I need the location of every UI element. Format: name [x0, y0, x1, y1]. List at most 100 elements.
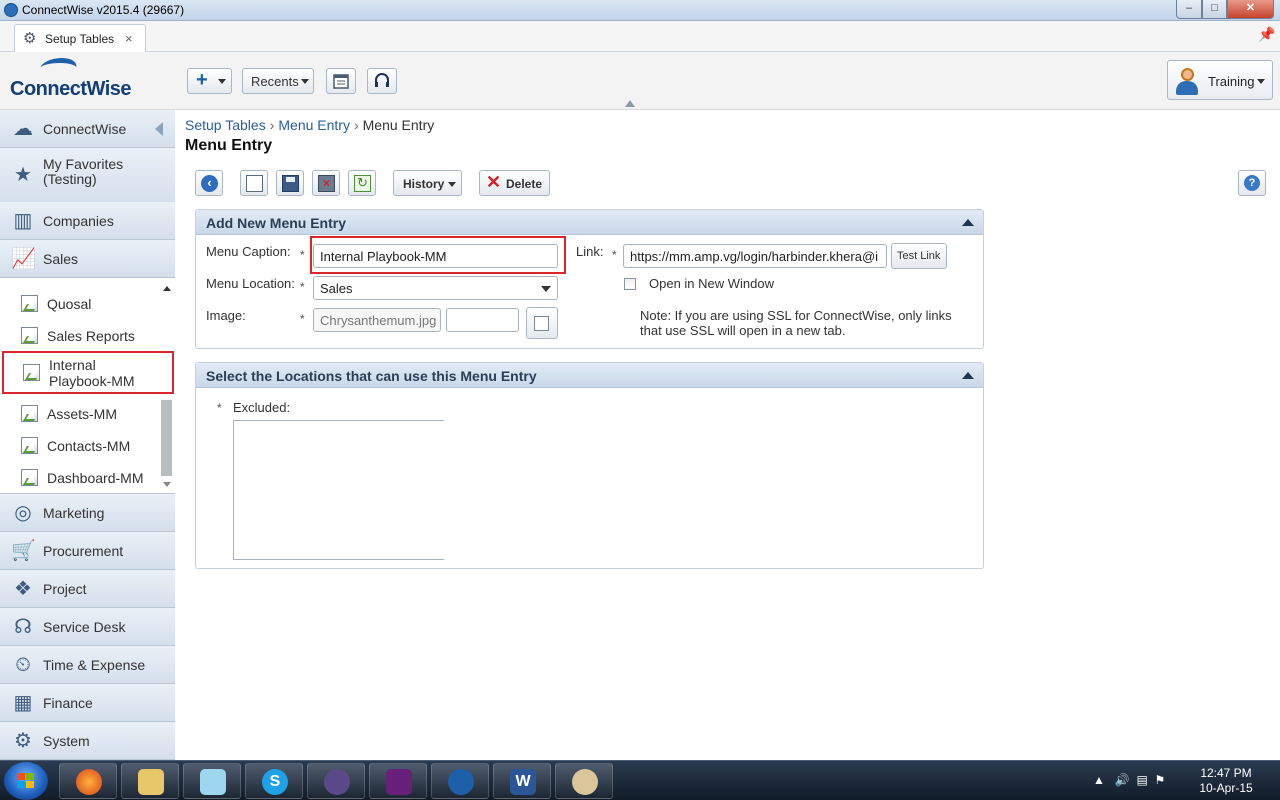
- submenu-item-contacts[interactable]: Contacts-MM: [0, 429, 160, 461]
- taskbar-firefox[interactable]: [59, 763, 117, 799]
- headset-icon: [375, 73, 389, 87]
- refresh-button[interactable]: ↻: [348, 170, 376, 196]
- open-new-window-checkbox[interactable]: [624, 278, 636, 290]
- title-bar: ConnectWise v2015.4 (29667) – □ ✕: [0, 0, 1280, 21]
- sidebar-item-procurement[interactable]: 🛒 Procurement: [0, 532, 175, 570]
- tab-close-icon[interactable]: ×: [125, 31, 133, 46]
- submenu-item-sales-reports[interactable]: Sales Reports: [0, 319, 160, 351]
- taskbar-paint[interactable]: [555, 763, 613, 799]
- help-button[interactable]: ?: [1238, 170, 1266, 196]
- submenu-item-assets[interactable]: Assets-MM: [0, 397, 160, 429]
- github-icon: [324, 769, 350, 795]
- collapse-panel-icon[interactable]: [962, 219, 974, 226]
- tab-label: Setup Tables: [45, 32, 115, 46]
- headset-icon: ☊: [14, 616, 32, 638]
- collapse-sidebar-icon[interactable]: [155, 122, 163, 136]
- taskbar-github[interactable]: [307, 763, 365, 799]
- sidebar-item-time-expense[interactable]: ⏲ Time & Expense: [0, 646, 175, 684]
- taskbar-connectwise[interactable]: [431, 763, 489, 799]
- sidebar-item-finance[interactable]: ▦ Finance: [0, 684, 175, 722]
- menu-caption-input[interactable]: Internal Playbook-MM: [313, 244, 558, 268]
- sidebar-item-label: Procurement: [43, 543, 124, 559]
- collapse-panel-icon[interactable]: [962, 372, 974, 379]
- link-input[interactable]: https://mm.amp.vg/login/harbinder.khera@…: [623, 244, 887, 268]
- excluded-locations-list[interactable]: [233, 420, 444, 560]
- sidebar-item-connectwise[interactable]: ☁ ConnectWise: [0, 110, 175, 148]
- pin-icon[interactable]: 📌: [1258, 26, 1275, 43]
- skype-icon: S: [262, 769, 288, 795]
- save-button[interactable]: [276, 170, 304, 196]
- close-window-button[interactable]: ✕: [1227, 0, 1274, 19]
- scroll-thumb[interactable]: [161, 400, 172, 476]
- maximize-button[interactable]: □: [1202, 0, 1227, 19]
- breadcrumb-link-menu-entry[interactable]: Menu Entry: [278, 117, 350, 133]
- add-menu-entry-header[interactable]: Add New Menu Entry: [196, 210, 983, 235]
- sidebar-item-service-desk[interactable]: ☊ Service Desk: [0, 608, 175, 646]
- calendar-button[interactable]: [326, 68, 356, 94]
- taskbar-file-explorer[interactable]: [121, 763, 179, 799]
- network-icon[interactable]: ▤: [1137, 773, 1148, 787]
- taskbar-visual-studio[interactable]: [369, 763, 427, 799]
- new-button[interactable]: [240, 170, 268, 196]
- user-menu-button[interactable]: Training: [1167, 60, 1273, 100]
- sidebar-item-label: Companies: [43, 213, 114, 229]
- recents-button[interactable]: Recents: [242, 68, 314, 94]
- sidebar-item-label: My Favorites (Testing): [43, 156, 124, 187]
- sidebar-item-system[interactable]: ⚙ System: [0, 722, 175, 760]
- taskbar-clock[interactable]: 12:47 PM 10-Apr-15: [1194, 766, 1258, 796]
- test-link-button[interactable]: Test Link: [891, 243, 947, 269]
- sidebar-item-project[interactable]: ❖ Project: [0, 570, 175, 608]
- save-and-close-button[interactable]: ×: [312, 170, 340, 196]
- submenu-item-label: Internal Playbook-MM: [49, 357, 135, 389]
- submenu-item-quosal[interactable]: Quosal: [0, 287, 160, 319]
- volume-icon[interactable]: 🔊: [1115, 773, 1130, 787]
- required-mark: *: [612, 248, 617, 262]
- sidebar-item-sales[interactable]: 📈 Sales: [0, 240, 175, 278]
- buildings-icon: ▥: [13, 210, 33, 232]
- sidebar-item-my-favorites[interactable]: ★ My Favorites (Testing): [0, 148, 175, 206]
- tab-setup-tables[interactable]: ⚙ Setup Tables ×: [14, 24, 146, 53]
- clock-time: 12:47 PM: [1200, 766, 1252, 780]
- add-new-button[interactable]: +: [187, 68, 232, 94]
- image-label: Image:: [206, 308, 246, 323]
- breadcrumb-current: Menu Entry: [362, 117, 435, 133]
- sidebar-item-companies[interactable]: ▥ Companies: [0, 202, 175, 240]
- sales-submenu: Quosal Sales Reports Internal Playbook-MM…: [0, 278, 175, 494]
- system-tray[interactable]: ▲ 🔊 ▤ ⚑: [1093, 773, 1165, 787]
- taskbar-notes[interactable]: [183, 763, 241, 799]
- sidebar-item-marketing[interactable]: ◎ Marketing: [0, 494, 175, 532]
- minimize-button[interactable]: –: [1176, 0, 1202, 19]
- menu-location-value: Sales: [320, 281, 353, 296]
- scroll-down-icon[interactable]: [163, 482, 171, 487]
- submenu-item-dashboard[interactable]: Dashboard-MM: [0, 461, 160, 493]
- back-arrow-icon: ‹: [201, 175, 218, 192]
- delete-button[interactable]: ✕ Delete: [479, 170, 550, 196]
- action-center-icon[interactable]: ⚑: [1155, 773, 1166, 787]
- back-button[interactable]: ‹: [195, 170, 223, 196]
- support-button[interactable]: [367, 68, 397, 94]
- breadcrumb-link-setup-tables[interactable]: Setup Tables: [185, 117, 266, 133]
- clock-icon: ⏲: [15, 654, 31, 676]
- taskbar-skype[interactable]: S: [245, 763, 303, 799]
- scroll-up-icon[interactable]: [163, 286, 171, 291]
- tray-expand-icon[interactable]: ▲: [1093, 773, 1105, 787]
- collapse-header-icon[interactable]: [625, 100, 635, 107]
- sidebar-item-label: Service Desk: [43, 619, 126, 635]
- save-icon: [282, 175, 299, 192]
- start-button[interactable]: [4, 762, 48, 800]
- plus-icon: +: [196, 69, 208, 91]
- ssl-note: Note: If you are using SSL for ConnectWi…: [640, 308, 952, 338]
- cart-icon: 🛒: [11, 540, 36, 562]
- connectwise-logo[interactable]: ConnectWise: [10, 58, 150, 103]
- history-button[interactable]: History: [393, 170, 462, 196]
- image-browse-button[interactable]: [526, 307, 558, 339]
- image-upload-field[interactable]: [446, 308, 519, 332]
- submenu-item-internal-playbook[interactable]: Internal Playbook-MM: [2, 351, 174, 394]
- document-icon: [21, 327, 38, 344]
- app-icon: [4, 3, 18, 17]
- menu-location-select[interactable]: Sales: [313, 276, 558, 300]
- submenu-scrollbar[interactable]: [160, 284, 174, 490]
- locations-header[interactable]: Select the Locations that can use this M…: [196, 363, 983, 388]
- paint-icon: [572, 769, 598, 795]
- taskbar-word[interactable]: W: [493, 763, 551, 799]
